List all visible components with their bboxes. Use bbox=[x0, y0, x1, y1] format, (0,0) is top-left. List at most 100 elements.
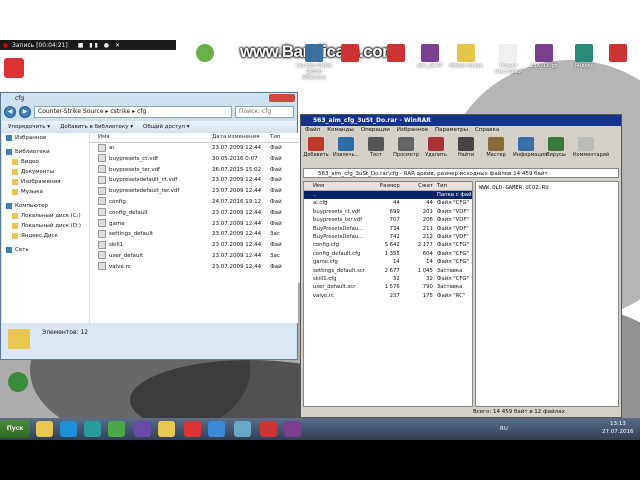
address-bar[interactable]: Counter-Strike Source ▸ cstrike ▸ cfg bbox=[34, 105, 232, 118]
archive-row[interactable]: ai.cfg 44 44 Файл "CFG" bbox=[304, 199, 472, 207]
file-row[interactable]: buypresets_ter.vdf 26.07.2015 15:02 Фай bbox=[90, 165, 298, 176]
desktop-icon[interactable] bbox=[378, 44, 414, 63]
nav-item[interactable]: Компьютер bbox=[2, 201, 89, 211]
toolbar-button[interactable]: Информация bbox=[513, 136, 547, 164]
parent-folder-row[interactable]: .. Папка с фай bbox=[304, 191, 472, 200]
nav-item[interactable]: Библиотеки bbox=[2, 147, 89, 157]
archive-row[interactable]: config_default.cfg 1 355 604 Файл "CFG" bbox=[304, 250, 472, 258]
menu-item[interactable]: Файл bbox=[305, 126, 320, 135]
col-name[interactable]: Имя bbox=[90, 133, 212, 142]
file-row[interactable]: config 24.07.2016 19:12 Фай bbox=[90, 197, 298, 208]
file-row[interactable]: valve.rc 23.07.2009 12:44 Фай bbox=[90, 262, 298, 273]
col-date[interactable]: Дата изменения bbox=[212, 133, 270, 142]
nav-item[interactable]: Видео bbox=[2, 157, 89, 167]
archive-row[interactable]: BuyPresetsDefau... 742 212 Файл "VDF" bbox=[304, 233, 472, 241]
desktop-icon[interactable]: Counter-Strike Global Offensive bbox=[296, 44, 332, 81]
taskbar-app-icon[interactable] bbox=[84, 421, 101, 437]
toolbar-button[interactable]: Удалить bbox=[423, 136, 449, 164]
menu-item[interactable]: Избранное bbox=[397, 126, 428, 135]
file-row[interactable]: buypresets_ct.vdf 30.05.2016 0:07 Фай bbox=[90, 154, 298, 165]
command-button[interactable]: Упорядочить ▾ bbox=[8, 124, 50, 130]
file-row[interactable]: ai 23.07.2009 12:44 Фай bbox=[90, 143, 298, 154]
col-type[interactable]: Тип bbox=[433, 182, 472, 190]
nav-item[interactable]: Сеть bbox=[2, 245, 89, 255]
search-input[interactable]: Поиск: cfg bbox=[235, 105, 294, 118]
explorer-window-controls[interactable] bbox=[269, 94, 295, 102]
taskbar-app-icon[interactable] bbox=[108, 421, 125, 437]
utorrent-icon[interactable] bbox=[196, 44, 214, 62]
archive-row[interactable]: user_default.scr 1 576 790 Заставка bbox=[304, 283, 472, 291]
recorder-controls[interactable]: ■ ▮▮ ● ✕ bbox=[78, 42, 122, 49]
taskbar-app-icon[interactable] bbox=[60, 421, 77, 437]
archive-row[interactable]: config.cfg 5 642 2 177 Файл "CFG" bbox=[304, 241, 472, 249]
menu-item[interactable]: Параметры bbox=[435, 126, 468, 135]
nav-item[interactable]: Локальный диск (C:) bbox=[2, 211, 89, 221]
taskbar-app-icon[interactable] bbox=[134, 421, 151, 437]
file-row[interactable]: buypresetsdefault_ter.vdf 23.07.2009 12:4… bbox=[90, 186, 298, 197]
desktop-icon[interactable]: Яндекс bbox=[566, 44, 602, 69]
file-row[interactable]: settings_default 23.07.2009 12:44 Зас bbox=[90, 229, 298, 240]
nav-item[interactable]: Яндекс.Диск bbox=[2, 231, 89, 241]
language-indicator[interactable]: RU bbox=[500, 426, 508, 432]
archive-row[interactable]: buypresets_ct.vdf 699 201 Файл "VDF" bbox=[304, 208, 472, 216]
desktop-icon[interactable]: Новый текстовый bbox=[490, 44, 526, 75]
archive-row[interactable]: game.cfg 14 14 Файл "CFG" bbox=[304, 258, 472, 266]
desktop-icon[interactable]: 21X_11_go bbox=[526, 44, 562, 69]
desktop-icon-left[interactable] bbox=[4, 58, 24, 78]
menu-item[interactable]: Справка bbox=[475, 126, 499, 135]
col-size[interactable]: Размер bbox=[365, 182, 400, 190]
toolbar-button[interactable]: Мастер bbox=[483, 136, 509, 164]
clock-time[interactable]: 13:13 bbox=[610, 421, 626, 427]
col-packed[interactable]: Сжат bbox=[400, 182, 433, 190]
archive-row[interactable]: BuyPresetsDefau... 734 211 Файл "VDF" bbox=[304, 225, 472, 233]
start-button[interactable]: Пуск bbox=[0, 420, 30, 438]
taskbar-app-icon[interactable] bbox=[234, 421, 251, 437]
taskbar-app-icon[interactable] bbox=[158, 421, 175, 437]
nav-item-label: Библиотеки bbox=[15, 149, 50, 155]
nav-item[interactable]: Изображения bbox=[2, 177, 89, 187]
taskbar-app-icon[interactable] bbox=[284, 421, 301, 437]
toolbar-button[interactable]: Добавить bbox=[303, 136, 329, 164]
nav-item[interactable]: Локальный диск (D:) bbox=[2, 221, 89, 231]
archive-row[interactable]: settings_default.scr 2 677 1 045 Заставка bbox=[304, 267, 472, 275]
file-date: 23.07.2009 12:44 bbox=[212, 252, 262, 259]
nav-item[interactable]: Документы bbox=[2, 167, 89, 177]
forward-button[interactable]: ▶ bbox=[19, 105, 31, 118]
toolbar-button[interactable]: Вирусы bbox=[543, 136, 569, 164]
col-name[interactable]: Имя bbox=[304, 182, 365, 190]
desktop-icon-green[interactable] bbox=[8, 372, 28, 392]
taskbar-app-icon[interactable] bbox=[36, 421, 53, 437]
nav-item[interactable]: Избранное bbox=[2, 133, 89, 143]
archive-row[interactable]: buypresets_ter.vdf 707 206 Файл "VDF" bbox=[304, 216, 472, 224]
taskbar-app-icon[interactable] bbox=[184, 421, 201, 437]
taskbar-app-icon[interactable] bbox=[208, 421, 225, 437]
desktop-icon[interactable] bbox=[600, 44, 636, 63]
desktop-icon[interactable]: Новая папка bbox=[448, 44, 484, 69]
toolbar-button[interactable]: Просмотр bbox=[393, 136, 419, 164]
menu-item[interactable]: Команды bbox=[327, 126, 354, 135]
archive-row[interactable]: skill1.cfg 32 32 Файл "CFG" bbox=[304, 275, 472, 283]
clock-date[interactable]: 27.07.2016 bbox=[602, 429, 634, 435]
command-button[interactable]: Общий доступ ▾ bbox=[143, 124, 190, 130]
command-button[interactable]: Добавить в библиотеку ▾ bbox=[60, 124, 133, 130]
back-button[interactable]: ◀ bbox=[4, 105, 16, 118]
toolbar-button[interactable]: Найти bbox=[453, 136, 479, 164]
file-row[interactable]: buypresetsdefault_ct.vdf 23.07.2009 12:44… bbox=[90, 175, 298, 186]
col-type[interactable]: Тип bbox=[270, 133, 298, 142]
desktop-icon[interactable] bbox=[332, 44, 368, 63]
toolbar-button[interactable]: Комментарий bbox=[573, 136, 609, 164]
taskbar-app-icon[interactable] bbox=[260, 421, 277, 437]
toolbar-button[interactable]: Извлечь... bbox=[333, 136, 359, 164]
file-row[interactable]: user_default 23.07.2009 12:44 Зас bbox=[90, 251, 298, 262]
file-row[interactable]: skill1 23.07.2009 12:44 Фай bbox=[90, 240, 298, 251]
toolbar-button[interactable]: Тест bbox=[363, 136, 389, 164]
menu-item[interactable]: Операции bbox=[361, 126, 390, 135]
nav-item[interactable]: Музыка bbox=[2, 187, 89, 197]
archive-row[interactable]: valve.rc 237 175 Файл "RC" bbox=[304, 292, 472, 300]
file-name: skill1 bbox=[109, 242, 124, 249]
archive-path[interactable]: 563_aim_cfg_3uSt_Do.rar\cfg - RAR архив,… bbox=[303, 168, 619, 178]
file-row[interactable]: game 23.07.2009 12:44 Фай bbox=[90, 219, 298, 230]
nav-item-label: Локальный диск (D:) bbox=[21, 223, 82, 229]
file-row[interactable]: config_default 23.07.2009 12:44 Фай bbox=[90, 208, 298, 219]
desktop-icon[interactable]: aim_ak-47 bbox=[412, 44, 448, 69]
